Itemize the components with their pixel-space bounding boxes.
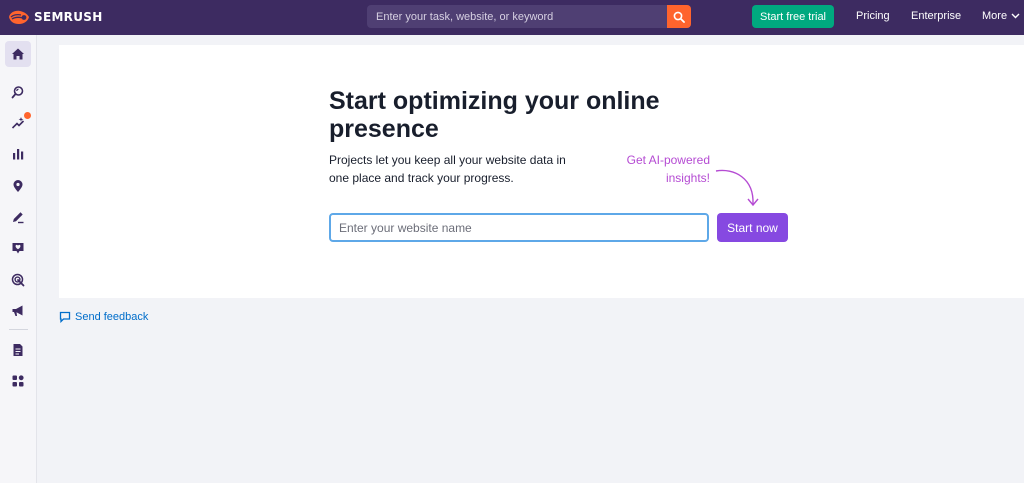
nav-more-menu[interactable]: More xyxy=(982,10,1020,22)
left-sidebar xyxy=(0,35,37,483)
search-button[interactable] xyxy=(667,5,691,28)
sidebar-item-reports[interactable] xyxy=(5,337,31,363)
nav-enterprise-link[interactable]: Enterprise xyxy=(911,10,961,22)
semrush-logo[interactable]: SEMRUSH xyxy=(8,9,103,25)
traffic-chart-icon xyxy=(13,149,24,160)
page-headline: Start optimizing your online presence xyxy=(329,87,660,143)
content-pen-icon xyxy=(13,212,24,224)
sidebar-item-advertising[interactable] xyxy=(5,267,31,293)
website-name-input[interactable] xyxy=(329,213,709,242)
nav-more-label: More xyxy=(982,10,1008,22)
sidebar-item-content[interactable] xyxy=(5,204,31,230)
start-now-button[interactable]: Start now xyxy=(717,213,788,242)
seo-search-icon xyxy=(11,86,24,99)
sidebar-divider xyxy=(9,329,28,330)
send-feedback-link[interactable]: Send feedback xyxy=(59,311,148,323)
ai-insights-note: Get AI-powered insights! xyxy=(626,153,710,185)
sidebar-item-traffic[interactable] xyxy=(5,141,31,167)
comment-icon xyxy=(59,311,71,323)
sidebar-item-seo[interactable] xyxy=(5,79,31,105)
apps-grid-icon xyxy=(12,375,24,387)
sidebar-item-reviews[interactable] xyxy=(5,235,31,261)
curved-arrow-icon xyxy=(715,169,759,207)
send-feedback-label: Send feedback xyxy=(75,311,149,323)
top-navigation-bar: SEMRUSH Start free trial Pricing Enterpr… xyxy=(0,0,1024,35)
search-icon xyxy=(673,11,685,23)
chevron-down-icon xyxy=(1011,13,1020,19)
notification-badge xyxy=(24,112,31,119)
projects-description: Projects let you keep all your website d… xyxy=(329,153,566,185)
sidebar-item-social[interactable] xyxy=(5,298,31,324)
home-icon xyxy=(12,48,24,60)
semrush-fire-icon xyxy=(9,10,29,24)
sidebar-item-apps[interactable] xyxy=(5,368,31,394)
sidebar-item-home[interactable] xyxy=(5,41,31,67)
social-megaphone-icon xyxy=(12,305,23,316)
sidebar-item-local[interactable] xyxy=(5,173,31,199)
reports-doc-icon xyxy=(13,344,23,356)
advertising-target-icon xyxy=(11,273,25,287)
logo-text: SEMRUSH xyxy=(34,10,103,24)
global-search-input[interactable] xyxy=(367,5,667,28)
sidebar-item-ai[interactable] xyxy=(5,110,31,136)
review-heart-icon xyxy=(12,243,24,254)
ai-sparkle-icon xyxy=(11,117,25,129)
local-pin-icon xyxy=(13,180,23,192)
nav-pricing-link[interactable]: Pricing xyxy=(856,10,890,22)
start-free-trial-button[interactable]: Start free trial xyxy=(752,5,834,28)
global-search xyxy=(367,5,691,28)
